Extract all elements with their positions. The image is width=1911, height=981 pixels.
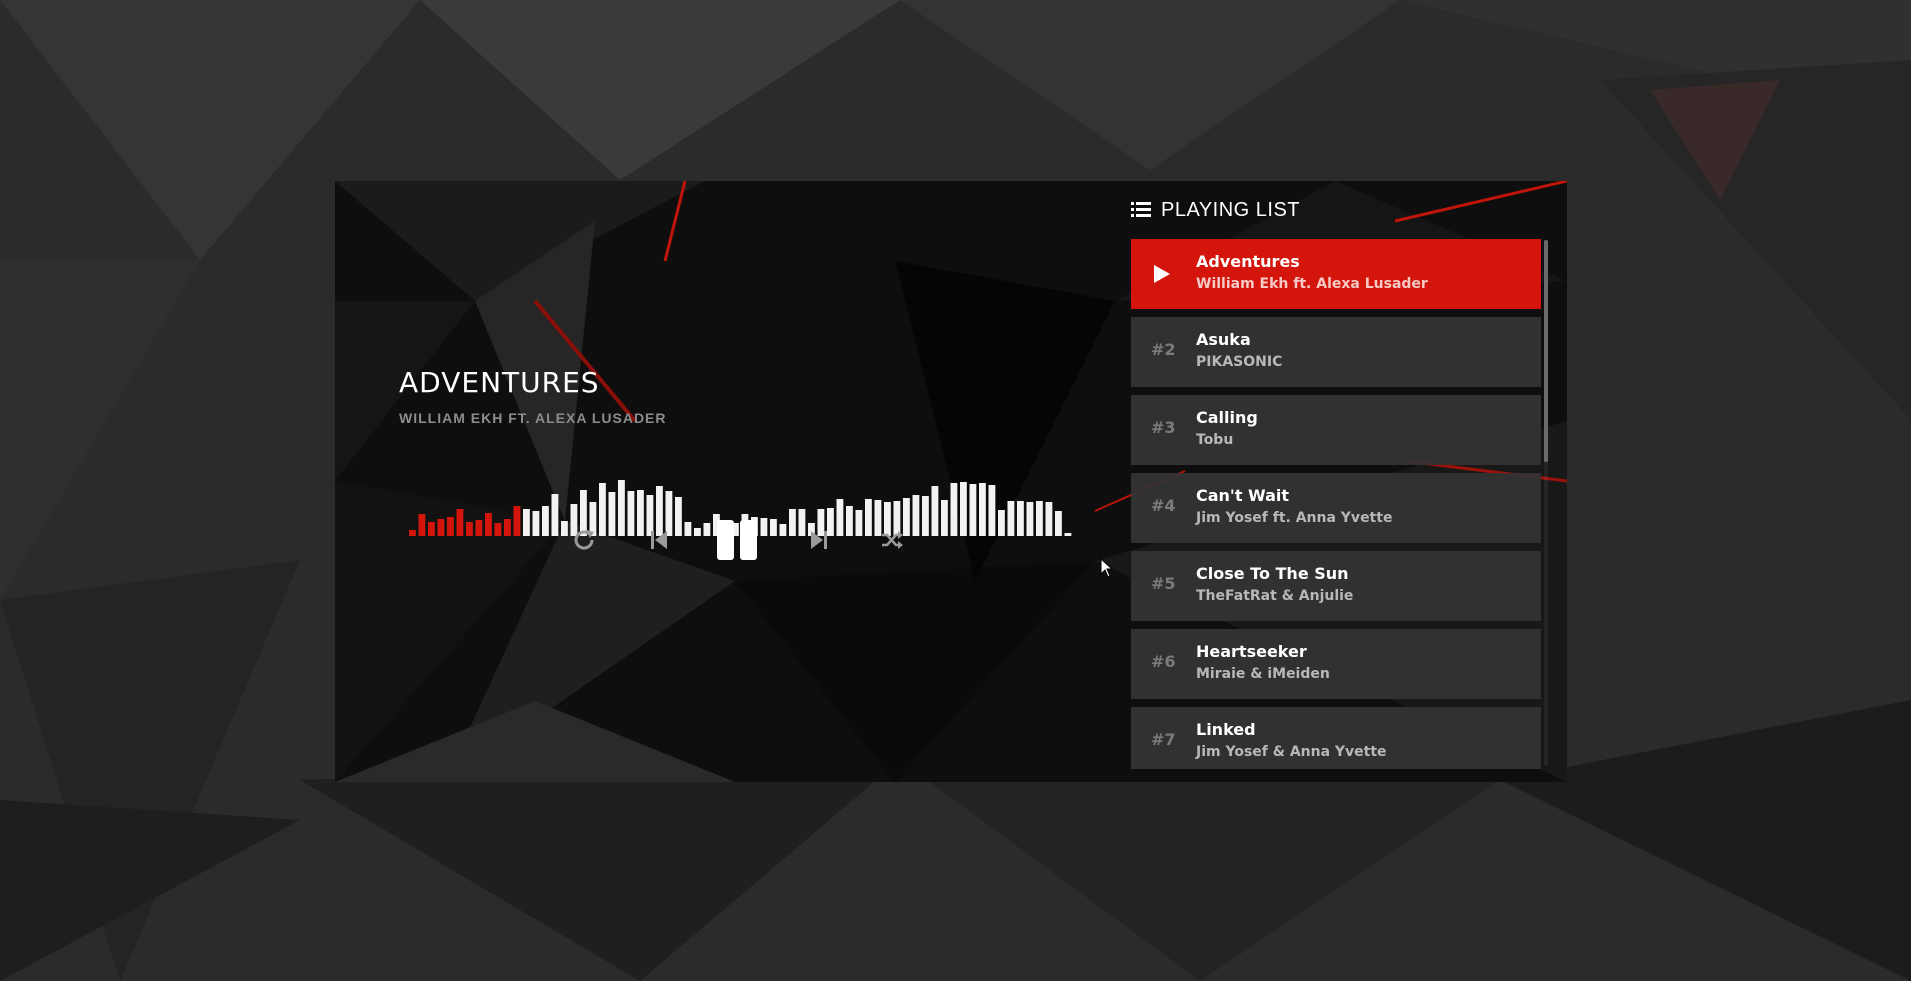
track-artist: PIKASONIC (1196, 354, 1283, 370)
playlist-item[interactable]: Adventures William Ekh ft. Alexa Lusader (1131, 239, 1541, 309)
track-title: Calling (1196, 408, 1258, 427)
playlist-item[interactable]: #7 Linked Jim Yosef & Anna Yvette (1131, 707, 1541, 769)
visualizer-bar (466, 522, 473, 536)
visualizer-bar (428, 522, 435, 536)
song-artist: WILLIAM EKH FT. ALEXA LUSADER (399, 410, 667, 426)
playlist-scrollbar-thumb[interactable] (1544, 240, 1548, 462)
track-artist: Miraie & iMeiden (1196, 666, 1330, 682)
play-icon (1154, 265, 1170, 283)
visualizer-bar (418, 514, 426, 536)
playlist-header: PLAYING LIST (1131, 195, 1300, 225)
visualizer-bar (941, 500, 948, 536)
playlist-heading: PLAYING LIST (1161, 198, 1301, 221)
playlist-panel: PLAYING LIST Adventures William Ekh ft. A… (1131, 181, 1567, 782)
track-title: Asuka (1196, 330, 1251, 349)
track-title: Close To The Sun (1196, 564, 1349, 583)
song-title: ADVENTURES (399, 366, 600, 399)
visualizer-bar (456, 509, 464, 536)
track-number: #2 (1151, 340, 1176, 359)
previous-button[interactable] (634, 518, 684, 562)
track-title: Can't Wait (1196, 486, 1290, 505)
visualizer-bar (950, 483, 958, 536)
visualizer-bar (988, 485, 996, 536)
visualizer-bar (1036, 501, 1043, 536)
visualizer-bar (922, 496, 929, 536)
track-number: #6 (1151, 652, 1176, 671)
pause-icon (717, 520, 757, 560)
track-number: #3 (1151, 418, 1176, 437)
visualizer-bar (1064, 533, 1072, 536)
visualizer-bar (523, 509, 530, 536)
visualizer-bar (969, 484, 977, 536)
track-number: #5 (1151, 574, 1176, 593)
visualizer-bar (485, 513, 492, 536)
music-player: ADVENTURES WILLIAM EKH FT. ALEXA LUSADER (335, 181, 1567, 782)
visualizer-bar (513, 506, 521, 536)
visualizer-bar (447, 517, 454, 536)
track-number: #7 (1151, 730, 1176, 749)
track-artist: TheFatRat & Anjulie (1196, 588, 1354, 604)
visualizer-bar (1026, 502, 1034, 536)
visualizer-bar (979, 483, 986, 536)
playlist-item[interactable]: #2 Asuka PIKASONIC (1131, 317, 1541, 387)
visualizer-bar (998, 510, 1005, 536)
visualizer-bar (960, 482, 967, 536)
track-number: #4 (1151, 496, 1176, 515)
skip-back-icon (651, 531, 667, 549)
visualizer-bar (1007, 501, 1015, 536)
visualizer-bar (504, 519, 511, 536)
track-artist: Tobu (1196, 432, 1234, 448)
mouse-cursor (1100, 558, 1114, 578)
track-artist: Jim Yosef & Anna Yvette (1196, 744, 1387, 760)
track-title: Linked (1196, 720, 1256, 739)
playlist-item[interactable]: #3 Calling Tobu (1131, 395, 1541, 465)
visualizer-bar (409, 530, 416, 536)
visualizer-bar (542, 506, 549, 536)
list-icon (1131, 202, 1151, 217)
visualizer-bar (437, 519, 445, 536)
track-artist: Jim Yosef ft. Anna Yvette (1196, 510, 1393, 526)
visualizer-bar (551, 494, 559, 536)
track-title: Adventures (1196, 252, 1300, 271)
visualizer-bar (494, 523, 502, 536)
skip-forward-icon (811, 531, 827, 549)
track-artist: William Ekh ft. Alexa Lusader (1196, 276, 1428, 292)
track-title: Heartseeker (1196, 642, 1307, 661)
playback-controls (559, 518, 919, 568)
shuffle-icon (882, 531, 903, 549)
repeat-button[interactable] (559, 518, 609, 562)
playlist-item[interactable]: #6 Heartseeker Miraie & iMeiden (1131, 629, 1541, 699)
visualizer-bar (1055, 511, 1062, 536)
pause-button[interactable] (707, 518, 767, 562)
repeat-icon (574, 530, 594, 550)
playlist-item[interactable]: #5 Close To The Sun TheFatRat & Anjulie (1131, 551, 1541, 621)
visualizer-bar (532, 511, 540, 536)
now-playing-panel: ADVENTURES WILLIAM EKH FT. ALEXA LUSADER (399, 366, 1079, 696)
playlist-list[interactable]: Adventures William Ekh ft. Alexa Lusader #… (1131, 239, 1561, 769)
visualizer-bar (931, 486, 939, 536)
playlist-item[interactable]: #4 Can't Wait Jim Yosef ft. Anna Yvette (1131, 473, 1541, 543)
shuffle-button[interactable] (867, 518, 917, 562)
visualizer-bar (475, 520, 483, 536)
visualizer-bar (1045, 502, 1053, 536)
visualizer-bar (1017, 501, 1024, 536)
next-button[interactable] (794, 518, 844, 562)
